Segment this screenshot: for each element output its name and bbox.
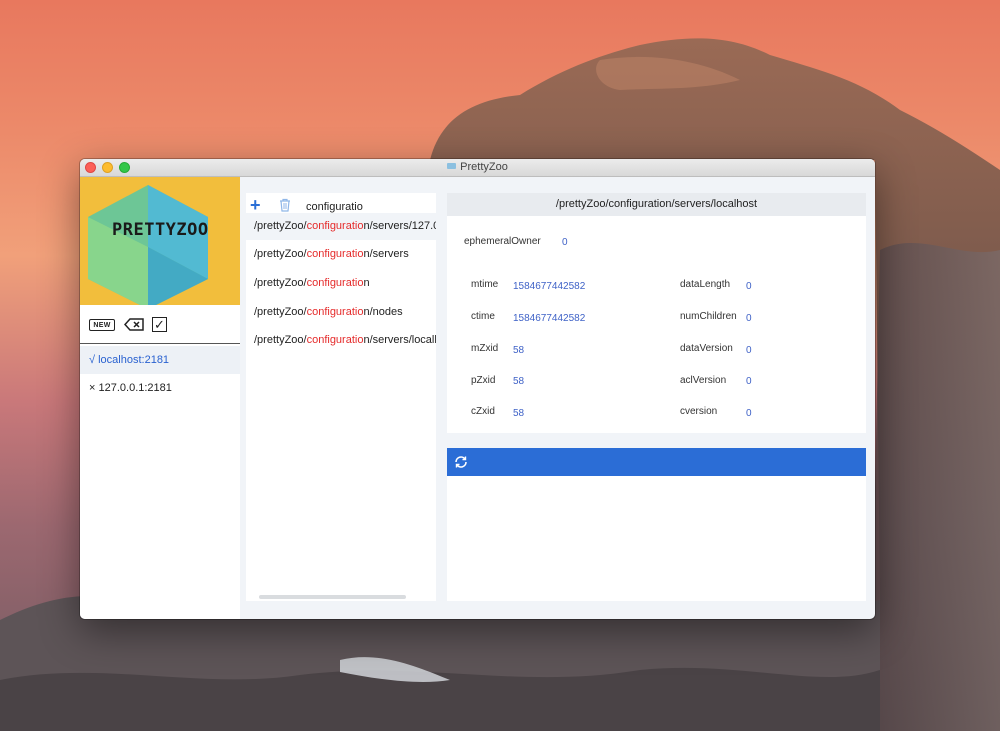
window-title-text: PrettyZoo (460, 161, 508, 173)
node-data-panel (447, 448, 866, 601)
node-tree-panel: + /prettyZoo/configuration/servers/127.0… (246, 193, 436, 601)
tree-node[interactable]: /prettyZoo/configuration (246, 269, 436, 298)
connect-server-button[interactable]: ✓ (152, 317, 167, 332)
stat-value-mtime: 1584677442582 (513, 281, 586, 292)
search-match: configuratio (306, 306, 364, 318)
node-path-prefix: /prettyZoo/ (254, 277, 307, 289)
server-item[interactable]: × 127.0.0.1:2181 (80, 374, 240, 402)
app-icon (447, 163, 457, 169)
trash-icon (280, 198, 290, 212)
logo-text: PRETTYZOO (112, 220, 209, 240)
search-match: configuratio (306, 277, 364, 289)
disconnected-icon: × (89, 382, 96, 394)
add-node-button[interactable]: + (250, 196, 261, 214)
stat-value-ctime: 1584677442582 (513, 313, 586, 324)
new-server-button[interactable]: NEW (89, 319, 115, 331)
checkmark-icon: ✓ (154, 317, 165, 332)
delete-node-button[interactable] (278, 198, 292, 212)
server-host: localhost:2181 (98, 354, 170, 366)
tree-node[interactable]: /prettyZoo/configuration/servers/localho… (246, 326, 436, 355)
sidebar: PRETTYZOO NEW ✓ √ localhost:2181 × 127.0… (80, 177, 240, 619)
stat-label-ctime: ctime (471, 311, 495, 322)
connected-icon: √ (89, 354, 96, 366)
stat-value-ephemeralOwner: 0 (562, 237, 568, 248)
stat-label-dataVersion: dataVersion (680, 343, 733, 354)
refresh-icon (455, 456, 467, 468)
node-stat-panel: /prettyZoo/configuration/servers/localho… (447, 193, 866, 433)
stat-label-ephemeralOwner: ephemeralOwner (464, 236, 541, 247)
title-bar: PrettyZoo (80, 159, 875, 177)
search-match: configuratio (306, 248, 364, 260)
node-path-header: /prettyZoo/configuration/servers/localho… (447, 193, 866, 216)
stat-label-aclVersion: aclVersion (680, 375, 727, 386)
node-path-suffix: n/servers/localhost:2181 (363, 334, 436, 346)
stat-label-mZxid: mZxid (471, 343, 499, 354)
stat-label-cZxid: cZxid (471, 406, 495, 417)
stat-value-cZxid: 58 (513, 408, 525, 419)
server-host: 127.0.0.1:2181 (98, 382, 172, 394)
node-path-prefix: /prettyZoo/ (254, 220, 307, 232)
logo: PRETTYZOO (80, 177, 240, 305)
node-path-suffix: n/servers (363, 248, 409, 260)
backspace-icon (124, 318, 144, 331)
stat-value-dataLength: 0 (746, 281, 752, 292)
stat-value-cversion: 0 (746, 408, 752, 419)
node-path-suffix: n (363, 277, 370, 289)
stat-label-dataLength: dataLength (680, 279, 731, 290)
stat-label-cversion: cversion (680, 406, 718, 417)
search-match: configuratio (306, 220, 364, 232)
server-toolbar: NEW ✓ (80, 305, 240, 344)
stat-value-pZxid: 58 (513, 376, 525, 387)
stat-label-numChildren: numChildren (680, 311, 737, 322)
horizontal-scrollbar[interactable] (259, 595, 406, 599)
server-item[interactable]: √ localhost:2181 (80, 346, 240, 374)
stat-value-numChildren: 0 (746, 313, 752, 324)
stat-value-dataVersion: 0 (746, 345, 752, 356)
node-path-prefix: /prettyZoo/ (254, 248, 307, 260)
tree-node[interactable]: /prettyZoo/configuration/nodes (246, 298, 436, 327)
window-title: PrettyZoo (80, 161, 875, 173)
stat-value-aclVersion: 0 (746, 376, 752, 387)
tree-node[interactable]: /prettyZoo/configuration/servers (246, 240, 436, 269)
node-path-prefix: /prettyZoo/ (254, 334, 307, 346)
node-path-suffix: n/nodes (363, 306, 403, 318)
delete-server-button[interactable] (124, 317, 144, 332)
node-path-prefix: /prettyZoo/ (254, 306, 307, 318)
refresh-button[interactable] (453, 454, 469, 470)
stat-value-mZxid: 58 (513, 345, 525, 356)
stat-label-mtime: mtime (471, 279, 499, 290)
stat-label-pZxid: pZxid (471, 375, 496, 386)
app-window: PrettyZoo PRETTYZOO NEW ✓ √ localhost:21… (80, 159, 875, 619)
node-path-suffix: n/servers/127.0.0.1:2181 (363, 220, 436, 232)
logo-hexagon (88, 185, 208, 305)
tree-node[interactable]: /prettyZoo/configuration/servers/127.0.0… (246, 213, 436, 240)
data-toolbar (447, 448, 866, 476)
plus-icon: + (250, 195, 261, 215)
search-match: configuratio (306, 334, 364, 346)
